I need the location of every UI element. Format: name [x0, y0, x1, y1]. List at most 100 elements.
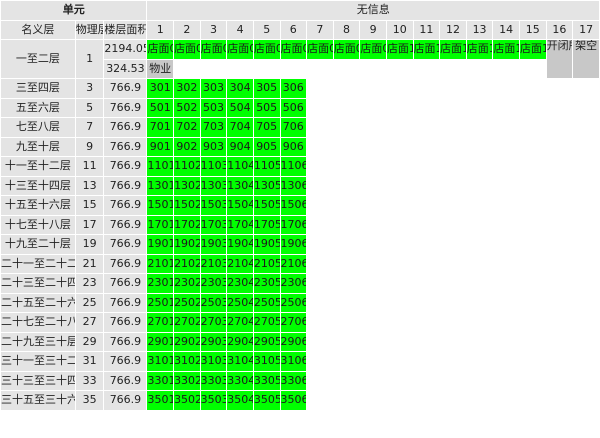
room-cell[interactable]: 3502: [174, 391, 200, 410]
room-cell[interactable]: 3301: [147, 371, 174, 390]
room-cell[interactable]: 1306: [280, 176, 307, 195]
room-cell[interactable]: 3103: [200, 352, 227, 371]
room-cell[interactable]: 2104: [227, 254, 253, 273]
room-cell[interactable]: 1901: [147, 235, 174, 254]
room-cell[interactable]: 2306: [280, 274, 307, 293]
room-cell[interactable]: 1503: [200, 196, 227, 215]
room-cell[interactable]: 1903: [200, 235, 227, 254]
room-cell[interactable]: 703: [200, 118, 227, 137]
room-cell[interactable]: 2704: [227, 313, 253, 332]
room-cell[interactable]: 1705: [253, 215, 280, 234]
room-cell[interactable]: 2501: [147, 293, 174, 312]
room-cell[interactable]: 2504: [227, 293, 253, 312]
mgmt-cell[interactable]: 物业: [147, 59, 174, 78]
room-cell[interactable]: 3302: [174, 371, 200, 390]
room-cell[interactable]: 2506: [280, 293, 307, 312]
room-cell[interactable]: 2103: [200, 254, 227, 273]
shop-cell[interactable]: 店面02: [174, 40, 200, 59]
room-cell[interactable]: 2503: [200, 293, 227, 312]
room-cell[interactable]: 1106: [280, 157, 307, 176]
room-cell[interactable]: 501: [147, 98, 174, 117]
room-cell[interactable]: 1704: [227, 215, 253, 234]
room-cell[interactable]: 1505: [253, 196, 280, 215]
room-cell[interactable]: 503: [200, 98, 227, 117]
room-cell[interactable]: 1701: [147, 215, 174, 234]
shop-cell[interactable]: 店面13: [466, 40, 493, 59]
room-cell[interactable]: 2903: [200, 332, 227, 351]
room-cell[interactable]: 304: [227, 79, 253, 98]
room-cell[interactable]: 3504: [227, 391, 253, 410]
room-cell[interactable]: 2102: [174, 254, 200, 273]
room-cell[interactable]: 1303: [200, 176, 227, 195]
room-cell[interactable]: 1304: [227, 176, 253, 195]
room-cell[interactable]: 904: [227, 137, 253, 156]
room-cell[interactable]: 1902: [174, 235, 200, 254]
room-cell[interactable]: 302: [174, 79, 200, 98]
room-cell[interactable]: 2902: [174, 332, 200, 351]
shop-cell[interactable]: 店面03: [200, 40, 227, 59]
room-cell[interactable]: 1103: [200, 157, 227, 176]
shop-cell[interactable]: 店面01: [147, 40, 174, 59]
room-cell[interactable]: 3305: [253, 371, 280, 390]
room-cell[interactable]: 3303: [200, 371, 227, 390]
shop-cell[interactable]: 店面15: [519, 40, 546, 59]
room-cell[interactable]: 3306: [280, 371, 307, 390]
room-cell[interactable]: 1703: [200, 215, 227, 234]
room-cell[interactable]: 3304: [227, 371, 253, 390]
room-cell[interactable]: 305: [253, 79, 280, 98]
room-cell[interactable]: 2901: [147, 332, 174, 351]
room-cell[interactable]: 1102: [174, 157, 200, 176]
room-cell[interactable]: 3106: [280, 352, 307, 371]
room-cell[interactable]: 3505: [253, 391, 280, 410]
room-cell[interactable]: 306: [280, 79, 307, 98]
room-cell[interactable]: 903: [200, 137, 227, 156]
room-cell[interactable]: 301: [147, 79, 174, 98]
room-cell[interactable]: 1501: [147, 196, 174, 215]
room-cell[interactable]: 1502: [174, 196, 200, 215]
room-cell[interactable]: 701: [147, 118, 174, 137]
shop-cell[interactable]: 店面07: [307, 40, 333, 59]
room-cell[interactable]: 705: [253, 118, 280, 137]
overhead-cell[interactable]: 架空: [573, 40, 599, 78]
room-cell[interactable]: 2101: [147, 254, 174, 273]
shop-cell[interactable]: 店面10: [386, 40, 413, 59]
room-cell[interactable]: 3506: [280, 391, 307, 410]
room-cell[interactable]: 2301: [147, 274, 174, 293]
room-cell[interactable]: 905: [253, 137, 280, 156]
room-cell[interactable]: 2905: [253, 332, 280, 351]
room-cell[interactable]: 1906: [280, 235, 307, 254]
room-cell[interactable]: 2701: [147, 313, 174, 332]
room-cell[interactable]: 506: [280, 98, 307, 117]
switch-room-cell[interactable]: 开闭所: [546, 40, 573, 78]
room-cell[interactable]: 3102: [174, 352, 200, 371]
room-cell[interactable]: 2302: [174, 274, 200, 293]
room-cell[interactable]: 3501: [147, 391, 174, 410]
room-cell[interactable]: 3503: [200, 391, 227, 410]
room-cell[interactable]: 906: [280, 137, 307, 156]
shop-cell[interactable]: 店面11: [413, 40, 440, 59]
room-cell[interactable]: 1104: [227, 157, 253, 176]
room-cell[interactable]: 2906: [280, 332, 307, 351]
shop-cell[interactable]: 店面06: [280, 40, 307, 59]
room-cell[interactable]: 704: [227, 118, 253, 137]
room-cell[interactable]: 1506: [280, 196, 307, 215]
room-cell[interactable]: 1904: [227, 235, 253, 254]
room-cell[interactable]: 2705: [253, 313, 280, 332]
room-cell[interactable]: 2304: [227, 274, 253, 293]
room-cell[interactable]: 2303: [200, 274, 227, 293]
room-cell[interactable]: 706: [280, 118, 307, 137]
room-cell[interactable]: 2904: [227, 332, 253, 351]
room-cell[interactable]: 901: [147, 137, 174, 156]
room-cell[interactable]: 3105: [253, 352, 280, 371]
room-cell[interactable]: 1706: [280, 215, 307, 234]
room-cell[interactable]: 2105: [253, 254, 280, 273]
room-cell[interactable]: 1105: [253, 157, 280, 176]
shop-cell[interactable]: 店面12: [440, 40, 466, 59]
room-cell[interactable]: 1302: [174, 176, 200, 195]
room-cell[interactable]: 303: [200, 79, 227, 98]
room-cell[interactable]: 2703: [200, 313, 227, 332]
room-cell[interactable]: 1101: [147, 157, 174, 176]
room-cell[interactable]: 502: [174, 98, 200, 117]
room-cell[interactable]: 902: [174, 137, 200, 156]
shop-cell[interactable]: 店面09: [360, 40, 386, 59]
